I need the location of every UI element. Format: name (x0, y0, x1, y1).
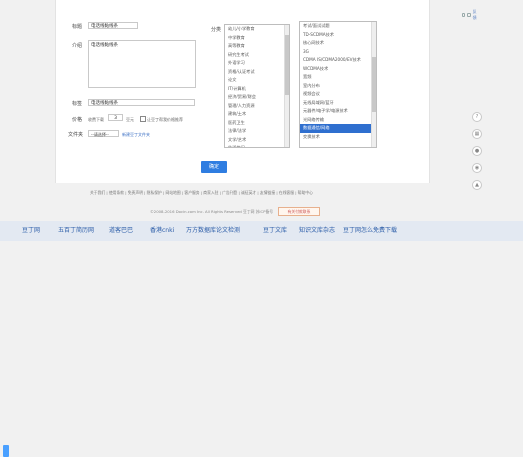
category-primary-item[interactable]: 文学/艺术 (225, 136, 289, 145)
square-icon[interactable] (462, 13, 466, 17)
tag-label: 标签 (72, 101, 83, 107)
related-search-link[interactable]: 豆丁网怎么免费下载 (343, 224, 397, 238)
category-secondary-item[interactable]: 光网络传输 (300, 116, 376, 125)
category-primary-item[interactable]: 幼儿/小学教育 (225, 25, 289, 34)
related-search-bar: 豆丁网 五百丁简历网 道客巴巴 香港cnki 万方数据库论文检测 豆丁文库 知识文库杂志 豆丁… (0, 221, 523, 457)
scrollbar[interactable] (284, 25, 289, 147)
category-secondary-item[interactable]: CDMA IS/CDMA2000/EV技术 (300, 56, 376, 65)
category-secondary-item[interactable]: 室内分布 (300, 82, 376, 91)
footer-links[interactable]: 关于我们 | 使用条款 | 免责声明 | 隐私保护 | 网站地图 | 客户服务 … (90, 190, 313, 196)
category-primary-item[interactable]: 中学教育 (225, 34, 289, 43)
category-primary-item[interactable]: 论文 (225, 76, 289, 85)
square-icon-2[interactable] (467, 13, 471, 17)
category-secondary-item[interactable]: 考试/面试试题 (300, 22, 376, 31)
category-secondary-item[interactable]: 元器件/电子学/电源技术 (300, 107, 376, 116)
price-label: 价格 (72, 117, 83, 123)
related-search-link[interactable]: 豆丁网 (22, 224, 40, 238)
title-input[interactable]: 电话线黏线条 (88, 22, 138, 29)
category-primary-item[interactable]: 医药卫生 (225, 119, 289, 128)
category-secondary-item[interactable]: WCDMA技术 (300, 65, 376, 74)
title-label: 标题 (72, 24, 83, 30)
category-secondary-item[interactable]: 3G (300, 48, 376, 57)
folder-select[interactable]: --请选择-- (88, 130, 119, 137)
category-primary-item[interactable]: 管理/人力资源 (225, 102, 289, 111)
footer-copyright: ©2008-2016 Docin.com Inc. All Rights Res… (150, 209, 274, 214)
help-icon[interactable]: ? (472, 112, 482, 122)
scroll-thumb[interactable] (285, 35, 289, 95)
related-search-link[interactable]: 知识文库杂志 (299, 224, 335, 238)
price-input[interactable]: 3 (108, 114, 123, 121)
category-label: 分类 (211, 27, 222, 33)
back-to-top-icon[interactable]: ▲ (472, 180, 482, 190)
new-folder-link[interactable]: 新建豆丁文件夹 (122, 132, 150, 138)
folder-label: 文件夹 (68, 132, 84, 138)
category-secondary-item[interactable]: 数据通信/网络 (300, 124, 376, 133)
category-primary-item[interactable]: 经济/贸易/财会 (225, 93, 289, 102)
category-secondary-item[interactable]: 无线局域网/蓝牙 (300, 99, 376, 108)
tag-input[interactable]: 电话线黏线条 (88, 99, 195, 106)
scrollbar-2[interactable] (371, 22, 376, 147)
feedback-link[interactable]: 反馈 (473, 9, 478, 21)
related-search-link[interactable]: 万方数据库论文检测 (186, 224, 240, 238)
chat-icon[interactable]: ● (472, 146, 482, 156)
bar-marker-icon (3, 445, 9, 457)
category-secondary-item[interactable]: 交换技术 (300, 133, 376, 142)
footer-badge[interactable]: 有关付款联系 (278, 207, 320, 216)
confirm-button[interactable]: 确定 (201, 161, 227, 173)
price-recommend-checkbox[interactable] (140, 116, 146, 122)
category-secondary-item[interactable]: 宽频 (300, 73, 376, 82)
category-secondary-item[interactable]: TD-SCDMA技术 (300, 31, 376, 40)
category-primary-item[interactable]: 建筑/土木 (225, 110, 289, 119)
category-primary-item[interactable]: 生活休闲 (225, 144, 289, 147)
category-primary-item[interactable]: 研究生考试 (225, 51, 289, 60)
scroll-thumb-2[interactable] (372, 57, 376, 112)
top-right-tools: 反馈 (462, 9, 478, 21)
category-secondary-item[interactable]: 视频会议 (300, 90, 376, 99)
category-primary-item[interactable]: 法律/法学 (225, 127, 289, 136)
category-list-secondary[interactable]: 考试/面试试题 TD-SCDMA技术 核心网技术 3G CDMA IS/CDMA2000… (299, 21, 377, 148)
category-primary-item[interactable]: 外语学习 (225, 59, 289, 68)
related-search-link[interactable]: 豆丁文库 (263, 224, 287, 238)
floating-side-tools: ? ▦ ● ◉ ▲ (469, 112, 485, 197)
price-recommend-text: 让豆丁帮我价格推荐 (147, 117, 183, 122)
intro-textarea[interactable]: 电话线黏线条 (88, 40, 196, 88)
intro-label: 介绍 (72, 43, 83, 49)
category-primary-item[interactable]: 高等教育 (225, 42, 289, 51)
price-unit: 豆元 (126, 117, 134, 122)
category-primary-item[interactable]: IT/计算机 (225, 85, 289, 94)
related-search-link[interactable]: 道客巴巴 (109, 224, 133, 238)
category-secondary-item[interactable]: 核心网技术 (300, 39, 376, 48)
related-search-link[interactable]: 香港cnki (150, 224, 174, 238)
category-primary-item[interactable]: 资格/认证考试 (225, 68, 289, 77)
weibo-icon[interactable]: ◉ (472, 163, 482, 173)
category-list-primary[interactable]: 幼儿/小学教育 中学教育 高等教育 研究生考试 外语学习 资格/认证考试 论文 IT/计算机经… (224, 24, 290, 148)
related-search-link[interactable]: 五百丁简历网 (58, 224, 94, 238)
qr-icon[interactable]: ▦ (472, 129, 482, 139)
price-prefix: 收费下载 (88, 117, 104, 122)
